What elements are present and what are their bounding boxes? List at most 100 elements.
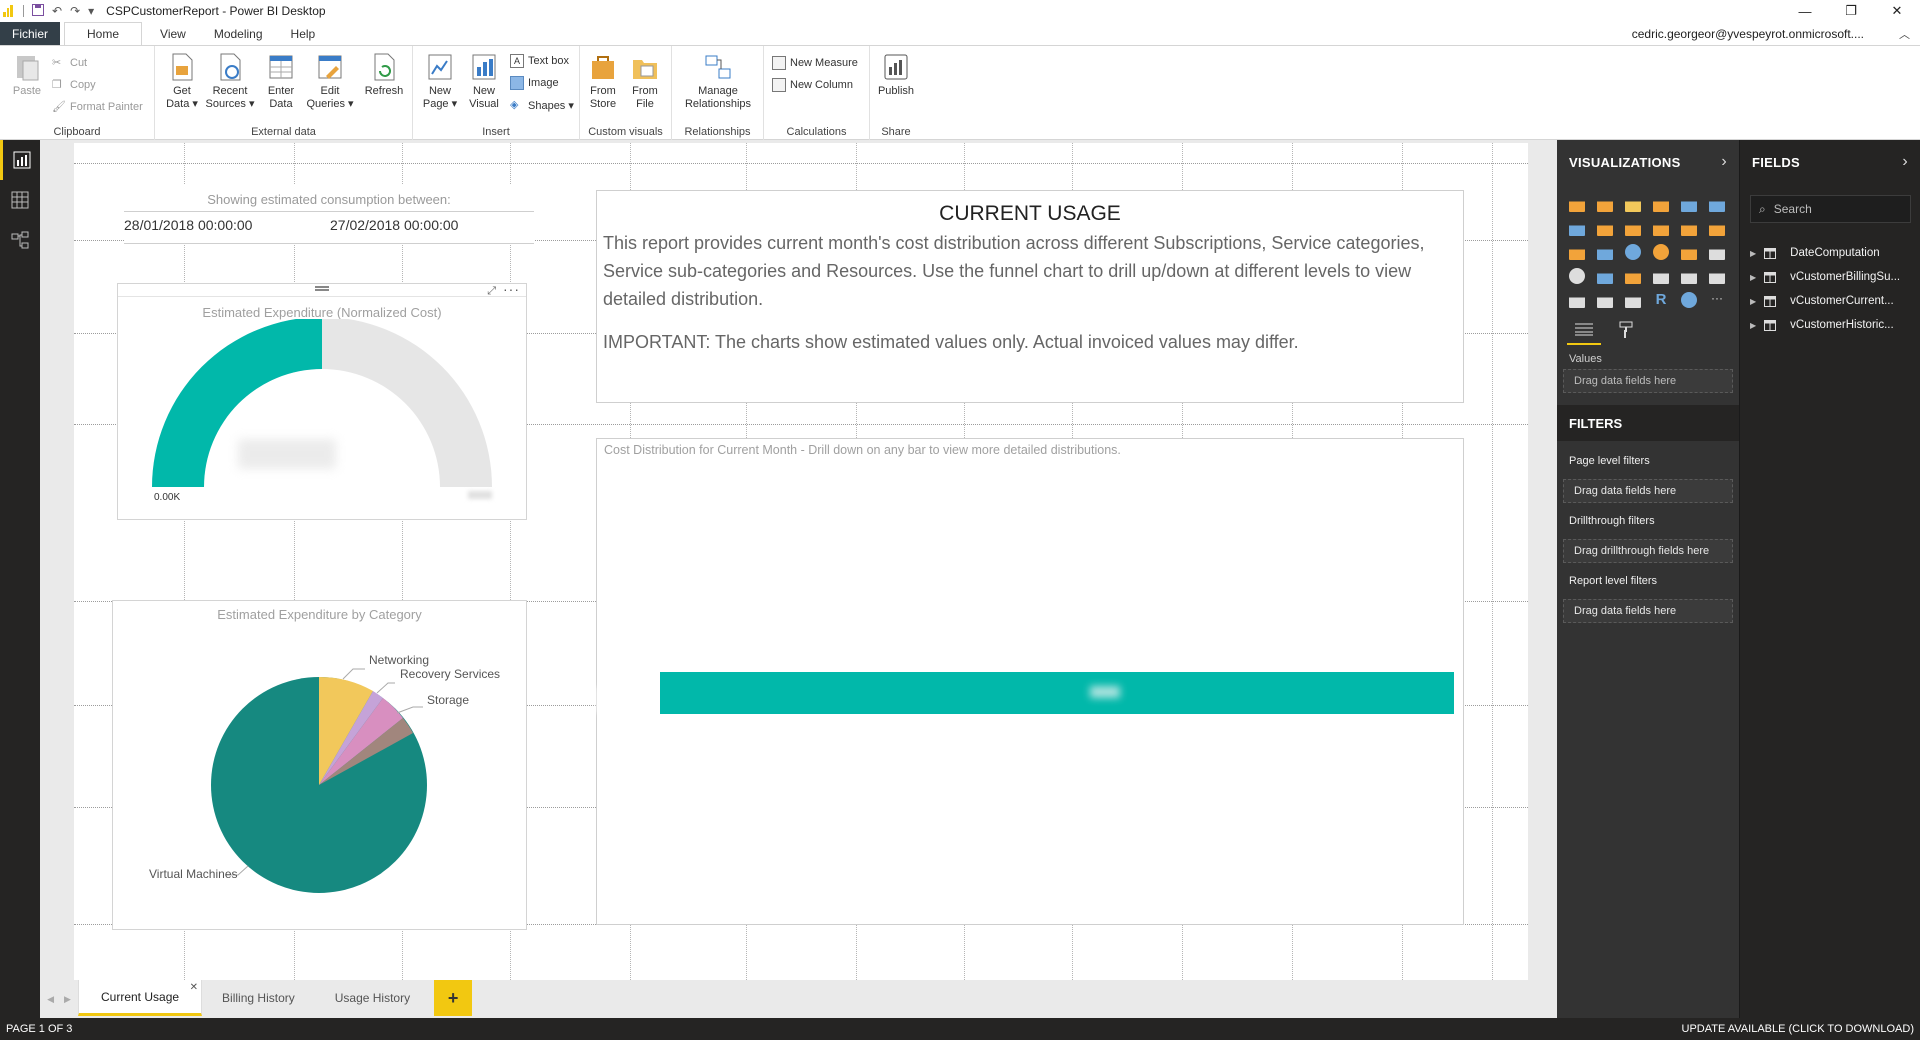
prev-page-icon[interactable]: ◀	[47, 994, 54, 1005]
new-measure-button[interactable]: New Measure	[772, 54, 858, 72]
restore-button[interactable]: ❐	[1828, 0, 1874, 22]
redo-icon[interactable]: ↷	[70, 4, 80, 18]
close-page-icon[interactable]: ✕	[190, 982, 198, 993]
new-visual-button[interactable]: New Visual	[461, 52, 507, 111]
table-icon[interactable]	[1597, 292, 1613, 308]
from-file-button[interactable]: From File	[622, 52, 668, 111]
slicer-end-date[interactable]: 27/02/2018 00:00:00	[330, 217, 458, 233]
edit-queries-button[interactable]: Edit Queries ▾	[306, 52, 354, 111]
tab-help[interactable]: Help	[277, 22, 330, 46]
current-usage-textbox[interactable]: CURRENT USAGE This report provides curre…	[596, 190, 1464, 403]
gauge-visual[interactable]: ⤢ ··· Estimated Expenditure (Normalized …	[117, 281, 527, 520]
cost-distribution-bar-chart[interactable]: Cost Distribution for Current Month - Dr…	[596, 438, 1464, 925]
collapse-ribbon-icon[interactable]: ︿	[1899, 26, 1910, 42]
page-tab-usage-history[interactable]: Usage History	[314, 980, 431, 1016]
scatter-icon[interactable]	[1597, 244, 1613, 260]
more-options-icon[interactable]: ···	[503, 281, 520, 297]
100-column-icon[interactable]	[1709, 196, 1725, 212]
from-store-button[interactable]: From Store	[580, 52, 626, 111]
text-box-button[interactable]: A Text box	[510, 52, 569, 70]
update-available-link[interactable]: UPDATE AVAILABLE (CLICK TO DOWNLOAD)	[1682, 1023, 1914, 1035]
area-icon[interactable]	[1597, 220, 1613, 236]
date-range-slicer[interactable]: Showing estimated consumption between: 2…	[124, 185, 534, 245]
get-data-button[interactable]: Get Data ▾	[159, 52, 205, 111]
kpi-icon[interactable]	[1709, 268, 1725, 284]
stacked-bar-icon[interactable]	[1569, 196, 1585, 212]
fields-well-tab[interactable]	[1567, 315, 1601, 345]
refresh-button[interactable]: Refresh	[361, 52, 407, 98]
line-column-icon[interactable]	[1653, 220, 1669, 236]
save-icon[interactable]	[32, 3, 44, 19]
page-tab-billing-history[interactable]: Billing History	[202, 980, 315, 1016]
tab-modeling[interactable]: Modeling	[200, 22, 277, 46]
multi-row-card-icon[interactable]	[1681, 268, 1697, 284]
drag-handle-icon[interactable]	[315, 286, 329, 291]
arcgis-icon[interactable]	[1681, 292, 1697, 308]
map-icon[interactable]	[1709, 244, 1725, 260]
field-table-vcustomercurrent[interactable]: ▶ vCustomerCurrent...	[1750, 295, 1894, 307]
pie-icon[interactable]	[1625, 244, 1641, 260]
minimize-button[interactable]: —	[1782, 0, 1828, 22]
cut-button[interactable]: ✂ Cut	[52, 54, 87, 72]
paste-button[interactable]: Paste	[4, 52, 50, 98]
drillthrough-drop-zone[interactable]: Drag drillthrough fields here	[1563, 539, 1733, 563]
add-page-button[interactable]: +	[434, 980, 473, 1016]
gauge-icon[interactable]	[1625, 268, 1641, 284]
next-page-icon[interactable]: ▶	[64, 994, 71, 1005]
copy-button[interactable]: ❐ Copy	[52, 76, 96, 94]
bar-current-month[interactable]	[660, 672, 1454, 714]
stacked-column-icon[interactable]	[1597, 196, 1613, 212]
quick-access-dropdown-icon[interactable]: ▾	[88, 4, 94, 18]
user-account[interactable]: cedric.georgeor@yvespeyrot.onmicrosoft..…	[1632, 27, 1864, 41]
page-filters-drop-zone[interactable]: Drag data fields here	[1563, 479, 1733, 503]
waterfall-icon[interactable]	[1569, 244, 1585, 260]
undo-icon[interactable]: ↶	[52, 4, 62, 18]
clustered-column-icon[interactable]	[1653, 196, 1669, 212]
more-icon[interactable]: ···	[1709, 292, 1725, 308]
r-script-icon[interactable]: R	[1653, 292, 1669, 308]
shapes-button[interactable]: ◈ Shapes ▾	[510, 96, 574, 114]
report-filters-drop-zone[interactable]: Drag data fields here	[1563, 599, 1733, 623]
format-tab[interactable]	[1609, 315, 1643, 345]
data-view-button[interactable]	[0, 180, 40, 220]
card-icon[interactable]	[1653, 268, 1669, 284]
new-page-button[interactable]: New Page ▾	[417, 52, 463, 111]
format-painter-button[interactable]: 🖌 Format Painter	[52, 98, 143, 116]
line-clustered-icon[interactable]	[1681, 220, 1697, 236]
collapse-fields-icon[interactable]: ›	[1902, 153, 1908, 171]
funnel-icon[interactable]	[1597, 268, 1613, 284]
stacked-area-icon[interactable]	[1625, 220, 1641, 236]
donut-icon[interactable]	[1653, 244, 1669, 260]
values-drop-zone[interactable]: Drag data fields here	[1563, 369, 1733, 393]
field-table-datecomputation[interactable]: ▶ DateComputation	[1750, 247, 1880, 259]
manage-relationships-button[interactable]: Manage Relationships	[685, 52, 751, 111]
pie-chart-visual[interactable]: Estimated Expenditure by Category Networ…	[112, 600, 527, 930]
tab-view[interactable]: View	[146, 22, 200, 46]
tab-file[interactable]: Fichier	[0, 22, 61, 46]
line-icon[interactable]	[1569, 220, 1585, 236]
ribbon-icon[interactable]	[1709, 220, 1725, 236]
model-view-button[interactable]	[0, 220, 40, 260]
page-tab-current-usage[interactable]: Current Usage ✕	[78, 980, 203, 1016]
filled-map-icon[interactable]	[1569, 268, 1585, 284]
fields-search-input[interactable]: ⌕ Search	[1750, 195, 1911, 223]
image-button[interactable]: Image	[510, 74, 559, 92]
new-column-button[interactable]: New Column	[772, 76, 853, 94]
close-button[interactable]: ✕	[1874, 0, 1920, 22]
recent-sources-button[interactable]: Recent Sources ▾	[206, 52, 254, 111]
treemap-icon[interactable]	[1681, 244, 1697, 260]
report-page[interactable]: Showing estimated consumption between: 2…	[74, 143, 1528, 980]
collapse-visualizations-icon[interactable]: ›	[1721, 153, 1727, 171]
enter-data-button[interactable]: Enter Data	[258, 52, 304, 111]
focus-mode-icon[interactable]: ⤢	[487, 285, 496, 298]
100-bar-icon[interactable]	[1681, 196, 1697, 212]
slicer-icon[interactable]	[1569, 292, 1585, 308]
matrix-icon[interactable]	[1625, 292, 1641, 308]
field-table-vcustomerbilling[interactable]: ▶ vCustomerBillingSu...	[1750, 271, 1900, 283]
report-view-button[interactable]	[0, 140, 40, 180]
slicer-start-date[interactable]: 28/01/2018 00:00:00	[124, 217, 252, 233]
publish-button[interactable]: Publish	[873, 52, 919, 98]
field-table-vcustomerhistoric[interactable]: ▶ vCustomerHistoric...	[1750, 319, 1894, 331]
clustered-bar-icon[interactable]	[1625, 196, 1641, 212]
tab-home[interactable]: Home	[64, 22, 143, 46]
